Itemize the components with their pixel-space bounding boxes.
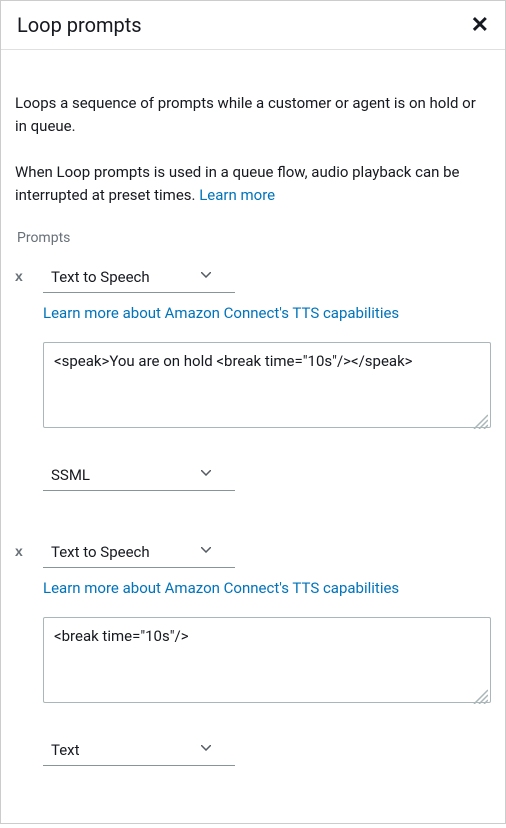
prompt-format-value: Text bbox=[51, 741, 80, 759]
prompt-type-select[interactable]: Text to Speech bbox=[43, 262, 235, 293]
chevron-down-icon bbox=[201, 547, 211, 557]
prompts-section-label: Prompts bbox=[15, 230, 491, 246]
chevron-down-icon bbox=[201, 272, 211, 282]
chevron-down-icon bbox=[201, 745, 211, 755]
prompt-text-input[interactable] bbox=[43, 617, 491, 703]
close-button[interactable]: ✕ bbox=[471, 14, 489, 36]
prompt-text-input[interactable] bbox=[43, 342, 491, 428]
remove-prompt-button[interactable]: x bbox=[15, 537, 39, 559]
prompt-type-select[interactable]: Text to Speech bbox=[43, 537, 235, 568]
tts-capabilities-link[interactable]: Learn more about Amazon Connect's TTS ca… bbox=[43, 579, 399, 597]
panel-header: Loop prompts ✕ bbox=[1, 1, 505, 50]
panel-title: Loop prompts bbox=[17, 13, 142, 37]
description-para-2: When Loop prompts is used in a queue flo… bbox=[15, 161, 491, 206]
prompt-block: x Text to Speech Learn more about Amazon… bbox=[15, 537, 491, 776]
close-icon: ✕ bbox=[471, 12, 489, 37]
panel-content: Loops a sequence of prompts while a cust… bbox=[1, 50, 505, 828]
prompt-type-value: Text to Speech bbox=[51, 543, 150, 561]
prompt-format-select[interactable]: Text bbox=[43, 735, 235, 766]
description-para-1: Loops a sequence of prompts while a cust… bbox=[15, 92, 491, 137]
remove-prompt-button[interactable]: x bbox=[15, 262, 39, 284]
chevron-down-icon bbox=[201, 470, 211, 480]
prompt-type-value: Text to Speech bbox=[51, 268, 150, 286]
prompt-format-value: SSML bbox=[51, 466, 90, 484]
learn-more-link[interactable]: Learn more bbox=[199, 186, 275, 204]
tts-capabilities-link[interactable]: Learn more about Amazon Connect's TTS ca… bbox=[43, 304, 399, 322]
prompt-format-select[interactable]: SSML bbox=[43, 460, 235, 491]
prompt-block: x Text to Speech Learn more about Amazon… bbox=[15, 262, 491, 501]
